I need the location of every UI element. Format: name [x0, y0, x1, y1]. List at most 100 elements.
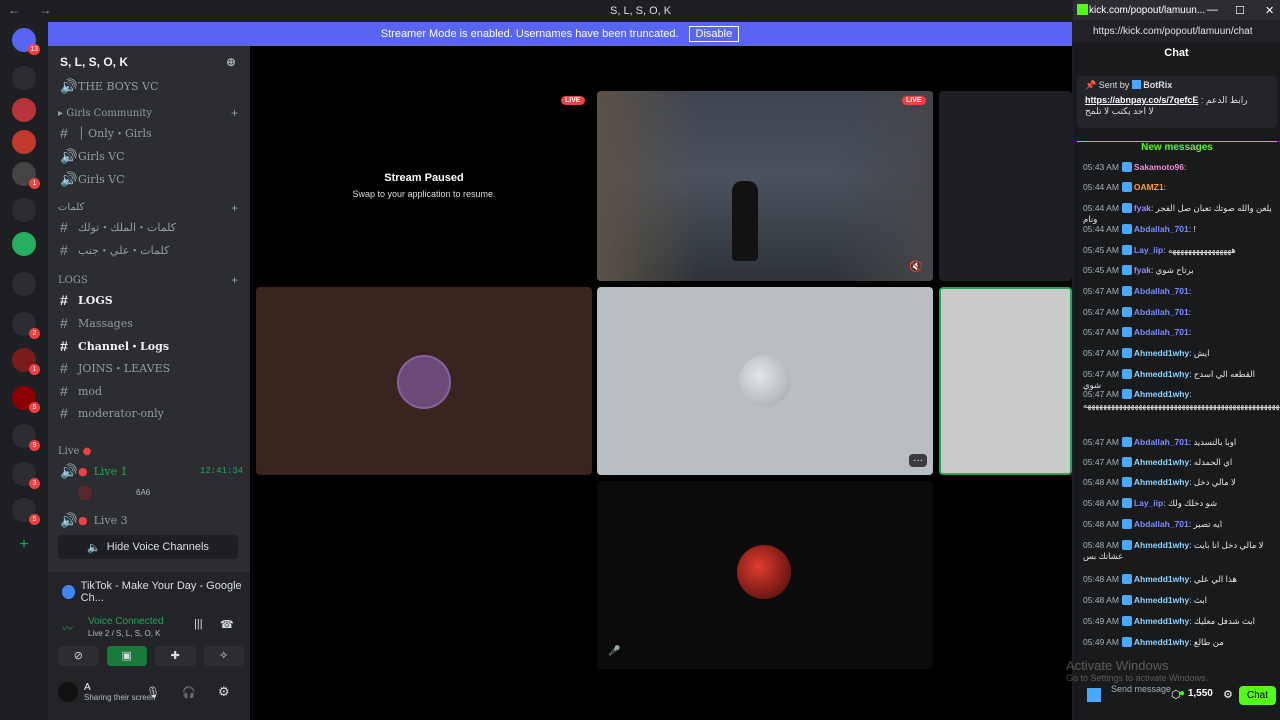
message-user[interactable]: Ahmedd1why	[1134, 477, 1189, 487]
user-tile-speaking[interactable]	[939, 287, 1072, 475]
home-icon[interactable]: 13	[12, 28, 40, 55]
message-user[interactable]: Ahmedd1why	[1134, 369, 1189, 379]
add-channel-icon[interactable]: +	[231, 201, 238, 215]
channel-moderator-only[interactable]: # moderator-only	[60, 405, 164, 421]
channel-live-1[interactable]: 🔊 ● Live 1	[60, 463, 128, 480]
noise-icon[interactable]: |||	[194, 618, 203, 630]
chat-message[interactable]: 05:47 AM Abdallah_701: اوبا بالتسديد	[1083, 437, 1275, 448]
server-icon[interactable]	[12, 198, 36, 222]
server-icon[interactable]: 5	[12, 386, 40, 413]
chat-message[interactable]: 05:44 AM fyak: يلعن والله صوتك تعبان صل ا…	[1083, 203, 1275, 225]
channel-channel-logs[interactable]: # Channel・Logs	[60, 338, 169, 354]
activity-tiktok[interactable]: TikTok - Make Your Day - Google Ch...	[62, 580, 250, 604]
chat-message[interactable]: 05:47 AM Abdallah_701:	[1083, 307, 1275, 318]
message-user[interactable]: Ahmedd1why	[1134, 637, 1189, 647]
server-icon[interactable]	[12, 272, 36, 296]
nav-arrows-icon[interactable]: ← →	[8, 3, 59, 17]
chat-message[interactable]: 05:48 AM Ahmedd1why: هذا الي علي	[1083, 574, 1275, 585]
chat-message[interactable]: 05:47 AM Ahmedd1why: القطعه الي اسدح شوي	[1083, 369, 1275, 391]
channel-logs[interactable]: # LOGS	[60, 292, 113, 308]
chat-message[interactable]: 05:44 AM OAMZ1:	[1083, 182, 1275, 193]
message-user[interactable]: Abdallah_701	[1134, 437, 1189, 447]
channel-live-3[interactable]: 🔊 ● Live 3	[60, 512, 128, 529]
message-user[interactable]: Ahmedd1why	[1134, 457, 1189, 467]
mic-icon[interactable]: 🎙	[146, 686, 160, 699]
chat-message[interactable]: 05:49 AM Ahmedd1why: من طالع	[1083, 637, 1275, 648]
message-user[interactable]: Abdallah_701	[1134, 327, 1189, 337]
server-icon[interactable]	[12, 232, 36, 256]
message-user[interactable]: Lay_iip	[1134, 498, 1163, 508]
server-icon[interactable]: 5	[12, 498, 40, 525]
add-channel-icon[interactable]: +	[231, 273, 238, 287]
avatar[interactable]	[78, 486, 92, 500]
close-icon[interactable]: ✕	[1265, 4, 1274, 17]
category-girls[interactable]: ▸ Girls Community	[58, 108, 152, 119]
chat-message[interactable]: 05:47 AM Ahmedd1why: هههههههههههههههههههه…	[1083, 389, 1280, 411]
hide-voice-channels-button[interactable]: 🔈 Hide Voice Channels	[58, 535, 238, 559]
maximize-icon[interactable]: ☐	[1235, 4, 1245, 17]
message-user[interactable]: fyak	[1134, 265, 1151, 275]
channel-boys-vc[interactable]: 🔊 THE BOYS VC	[60, 78, 158, 95]
add-member-icon[interactable]: ⊕	[226, 55, 236, 69]
gear-icon[interactable]: ⚙	[1223, 688, 1233, 701]
stream-tile-game[interactable]: LIVE 🔇	[597, 91, 933, 281]
chat-message[interactable]: 05:48 AM Ahmedd1why: لا مالي دخل انا بايت…	[1083, 540, 1275, 562]
user-info[interactable]: A Sharing their screen	[84, 682, 156, 702]
chat-message[interactable]: 05:48 AM Abdallah_701: ايه تصير	[1083, 519, 1275, 530]
category-live[interactable]: Live ●	[58, 446, 91, 457]
address-bar[interactable]: https://kick.com/popout/lamuun/chat	[1073, 20, 1280, 42]
message-user[interactable]: fyak	[1134, 203, 1151, 213]
chat-message[interactable]: 05:47 AM Ahmedd1why: اي الحمدله	[1083, 457, 1275, 468]
category-logs[interactable]: LOGS	[58, 275, 88, 286]
chat-message[interactable]: 05:47 AM Ahmedd1why: ايش	[1083, 348, 1275, 359]
channel-girls-vc-2[interactable]: 🔊 Girls VC	[60, 171, 125, 188]
message-user[interactable]: Sakamoto96	[1134, 162, 1184, 172]
message-user[interactable]: Ahmedd1why	[1134, 574, 1189, 584]
server-icon[interactable]: 1	[12, 348, 40, 375]
message-user[interactable]: Abdallah_701	[1134, 286, 1189, 296]
chat-message[interactable]: 05:48 AM Lay_iip: شو دخلك ولك	[1083, 498, 1275, 509]
chat-message[interactable]: 05:44 AM Abdallah_701: !	[1083, 224, 1275, 235]
headphones-icon[interactable]: 🎧	[182, 686, 196, 699]
camera-off-icon[interactable]: ⊘	[58, 646, 99, 666]
chat-message[interactable]: 05:47 AM Abdallah_701:	[1083, 286, 1275, 297]
user-tile[interactable]	[256, 287, 592, 475]
channel-only-girls[interactable]: # │ Only・Girls	[60, 125, 152, 141]
chat-message[interactable]: 05:45 AM Lay_iip: ههههههههههههههههه	[1083, 245, 1275, 256]
channel-girls-vc-1[interactable]: 🔊 Girls VC	[60, 148, 125, 165]
message-user[interactable]: Ahmedd1why	[1134, 540, 1189, 550]
channel-points[interactable]: ● 1,550	[1179, 688, 1213, 699]
chat-send-button[interactable]: Chat	[1238, 686, 1276, 705]
gear-icon[interactable]: ⚙	[218, 684, 230, 700]
user-tile[interactable]	[597, 481, 933, 669]
stream-tile[interactable]	[939, 91, 1072, 281]
add-server-icon[interactable]: +	[12, 534, 36, 558]
chat-message[interactable]: 05:49 AM Ahmedd1why: ابث شدفل معليك	[1083, 616, 1275, 627]
channel-arabic-2[interactable]: # كلمات・علي・جنب	[60, 242, 169, 258]
message-user[interactable]: Ahmedd1why	[1134, 595, 1189, 605]
message-user[interactable]: Abdallah_701	[1134, 224, 1189, 234]
message-user[interactable]: Lay_iip	[1134, 245, 1163, 255]
message-user[interactable]: Ahmedd1why	[1134, 389, 1189, 399]
server-header[interactable]: S, L, S, O, K ⊕	[48, 46, 250, 78]
more-options-icon[interactable]: ···	[909, 454, 927, 467]
message-user[interactable]: Abdallah_701	[1134, 519, 1189, 529]
server-icon[interactable]	[12, 98, 36, 122]
channel-massages[interactable]: # Massages	[60, 315, 133, 331]
message-user[interactable]: OAMZ1	[1134, 182, 1164, 192]
server-icon[interactable]: 3	[12, 462, 40, 489]
chat-message[interactable]: 05:48 AM Ahmedd1why: لا مالي دخل	[1083, 477, 1275, 488]
channel-arabic-1[interactable]: # كلمات・الملك・تولك	[60, 219, 176, 235]
add-channel-icon[interactable]: +	[231, 106, 238, 120]
mute-icon[interactable]: 🔇	[909, 260, 923, 273]
server-icon[interactable]: 9	[12, 424, 40, 451]
server-icon[interactable]	[12, 66, 36, 90]
send-message-input[interactable]: Send message	[1111, 684, 1171, 694]
channel-joins[interactable]: # JOINS・LEAVES	[60, 360, 170, 376]
chat-message[interactable]: 05:43 AM Sakamoto96:	[1083, 162, 1275, 173]
server-icon[interactable]	[12, 130, 36, 154]
avatar[interactable]	[1087, 688, 1101, 702]
chat-message[interactable]: 05:45 AM fyak: برتاح شوي	[1083, 265, 1275, 276]
server-icon[interactable]: 2	[12, 312, 40, 339]
chat-message[interactable]: 05:47 AM Abdallah_701:	[1083, 327, 1275, 338]
